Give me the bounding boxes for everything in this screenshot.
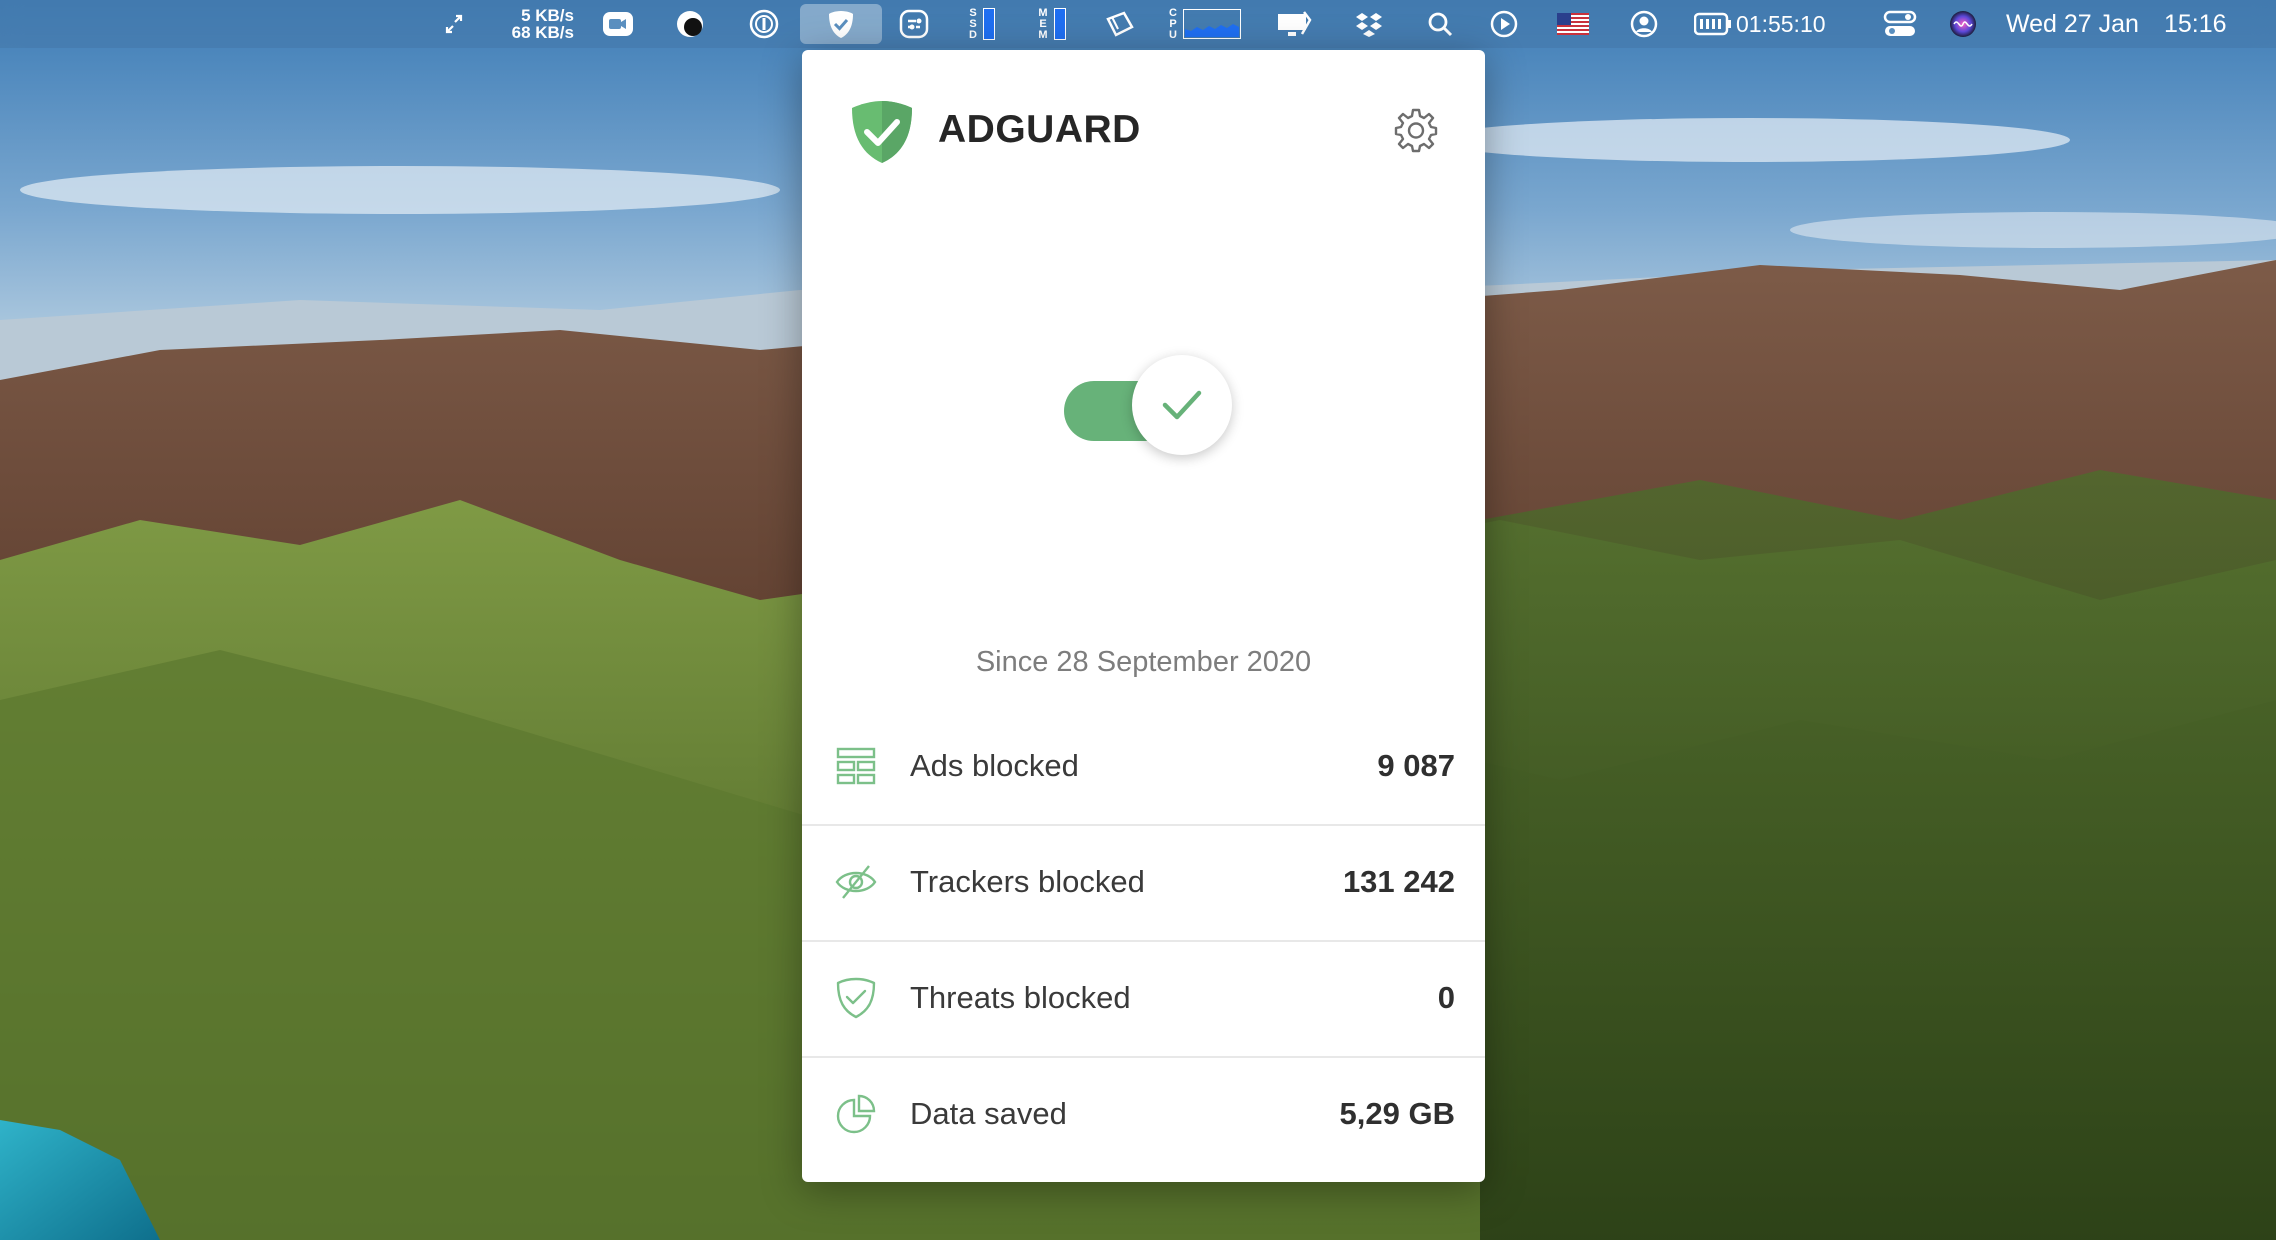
expand-arrows-icon[interactable] bbox=[440, 0, 468, 48]
stat-row-threats: Threats blocked 0 bbox=[802, 942, 1485, 1058]
us-flag-icon[interactable] bbox=[1556, 0, 1590, 48]
menu-bar: 5 KB/s 68 KB/s SSD MEM CPU 01:55:10 Wed … bbox=[0, 0, 2276, 48]
stat-label: Threats blocked bbox=[910, 980, 1131, 1015]
stat-value: 9 087 bbox=[1377, 748, 1455, 783]
mem-meter-icon[interactable]: MEM bbox=[1028, 0, 1076, 48]
popover-header: ADGUARD bbox=[802, 50, 1485, 220]
check-icon bbox=[1162, 390, 1202, 420]
stat-row-data: Data saved 5,29 GB bbox=[802, 1058, 1485, 1172]
adguard-menubar-icon[interactable] bbox=[800, 4, 882, 44]
dropbox-icon[interactable] bbox=[1352, 0, 1386, 48]
time-text: 15:16 bbox=[2164, 9, 2227, 38]
screen-share-icon[interactable] bbox=[1274, 0, 1314, 48]
battery-time-text: 01:55:10 bbox=[1736, 10, 1826, 37]
siri-icon[interactable] bbox=[1946, 0, 1980, 48]
stat-value: 0 bbox=[1437, 980, 1455, 1015]
date-text: Wed 27 Jan bbox=[2006, 9, 2139, 38]
menubar-clock[interactable]: 15:16 bbox=[2164, 0, 2250, 48]
cpu-graph-icon[interactable]: CPU bbox=[1162, 0, 1248, 48]
stat-label: Trackers blocked bbox=[910, 864, 1145, 899]
protection-toggle[interactable] bbox=[1064, 355, 1236, 459]
ssd-meter-icon[interactable]: SSD bbox=[958, 0, 1006, 48]
net-download-text: 68 KB/s bbox=[511, 23, 574, 42]
pie-chart-icon bbox=[834, 1092, 878, 1136]
shield-check-icon bbox=[834, 976, 878, 1020]
since-date-text: Since 28 September 2020 bbox=[975, 646, 1312, 678]
ads-icon bbox=[834, 744, 878, 788]
ssd-label: SSD bbox=[969, 6, 977, 41]
battery-icon bbox=[1694, 12, 1731, 36]
scripts-icon[interactable] bbox=[896, 0, 932, 48]
gear-icon bbox=[1394, 108, 1438, 153]
ssd-bar bbox=[982, 8, 995, 40]
control-center-icon[interactable] bbox=[1882, 0, 1918, 48]
mem-label: MEM bbox=[1038, 6, 1048, 41]
network-speed[interactable]: 5 KB/s 68 KB/s bbox=[490, 0, 574, 48]
zoom-video-icon[interactable] bbox=[600, 0, 636, 48]
stat-row-ads: Ads blocked 9 087 bbox=[802, 710, 1485, 826]
brand-name: ADGUARD bbox=[938, 108, 1141, 151]
spotlight-icon[interactable] bbox=[1424, 0, 1456, 48]
battery-status[interactable]: 01:55:10 bbox=[1694, 0, 1846, 48]
toggle-knob bbox=[1132, 355, 1232, 455]
mem-bar bbox=[1053, 8, 1066, 40]
stats-list: Ads blocked 9 087 Trackers blocked 131 2… bbox=[802, 710, 1485, 1172]
cpu-label: CPU bbox=[1169, 6, 1177, 41]
adguard-popover: ADGUARD Since 28 September 2020 Ads bloc… bbox=[802, 50, 1485, 1182]
play-icon[interactable] bbox=[1488, 0, 1520, 48]
stat-value: 131 242 bbox=[1342, 864, 1455, 899]
stat-label: Data saved bbox=[910, 1096, 1067, 1131]
stat-row-trackers: Trackers blocked 131 242 bbox=[802, 826, 1485, 942]
moon-icon[interactable] bbox=[672, 0, 708, 48]
user-icon[interactable] bbox=[1628, 0, 1660, 48]
1password-icon[interactable] bbox=[746, 0, 782, 48]
stat-label: Ads blocked bbox=[910, 748, 1079, 783]
net-upload-text: 5 KB/s bbox=[521, 6, 574, 25]
tracker-eye-icon bbox=[834, 860, 878, 904]
cpu-graph bbox=[1182, 9, 1241, 39]
clipboard-icon[interactable] bbox=[1102, 0, 1138, 48]
settings-button[interactable] bbox=[1390, 104, 1442, 156]
stat-value: 5,29 GB bbox=[1339, 1096, 1455, 1131]
adguard-logo-icon bbox=[848, 98, 916, 171]
menubar-date[interactable]: Wed 27 Jan bbox=[2006, 0, 2156, 48]
